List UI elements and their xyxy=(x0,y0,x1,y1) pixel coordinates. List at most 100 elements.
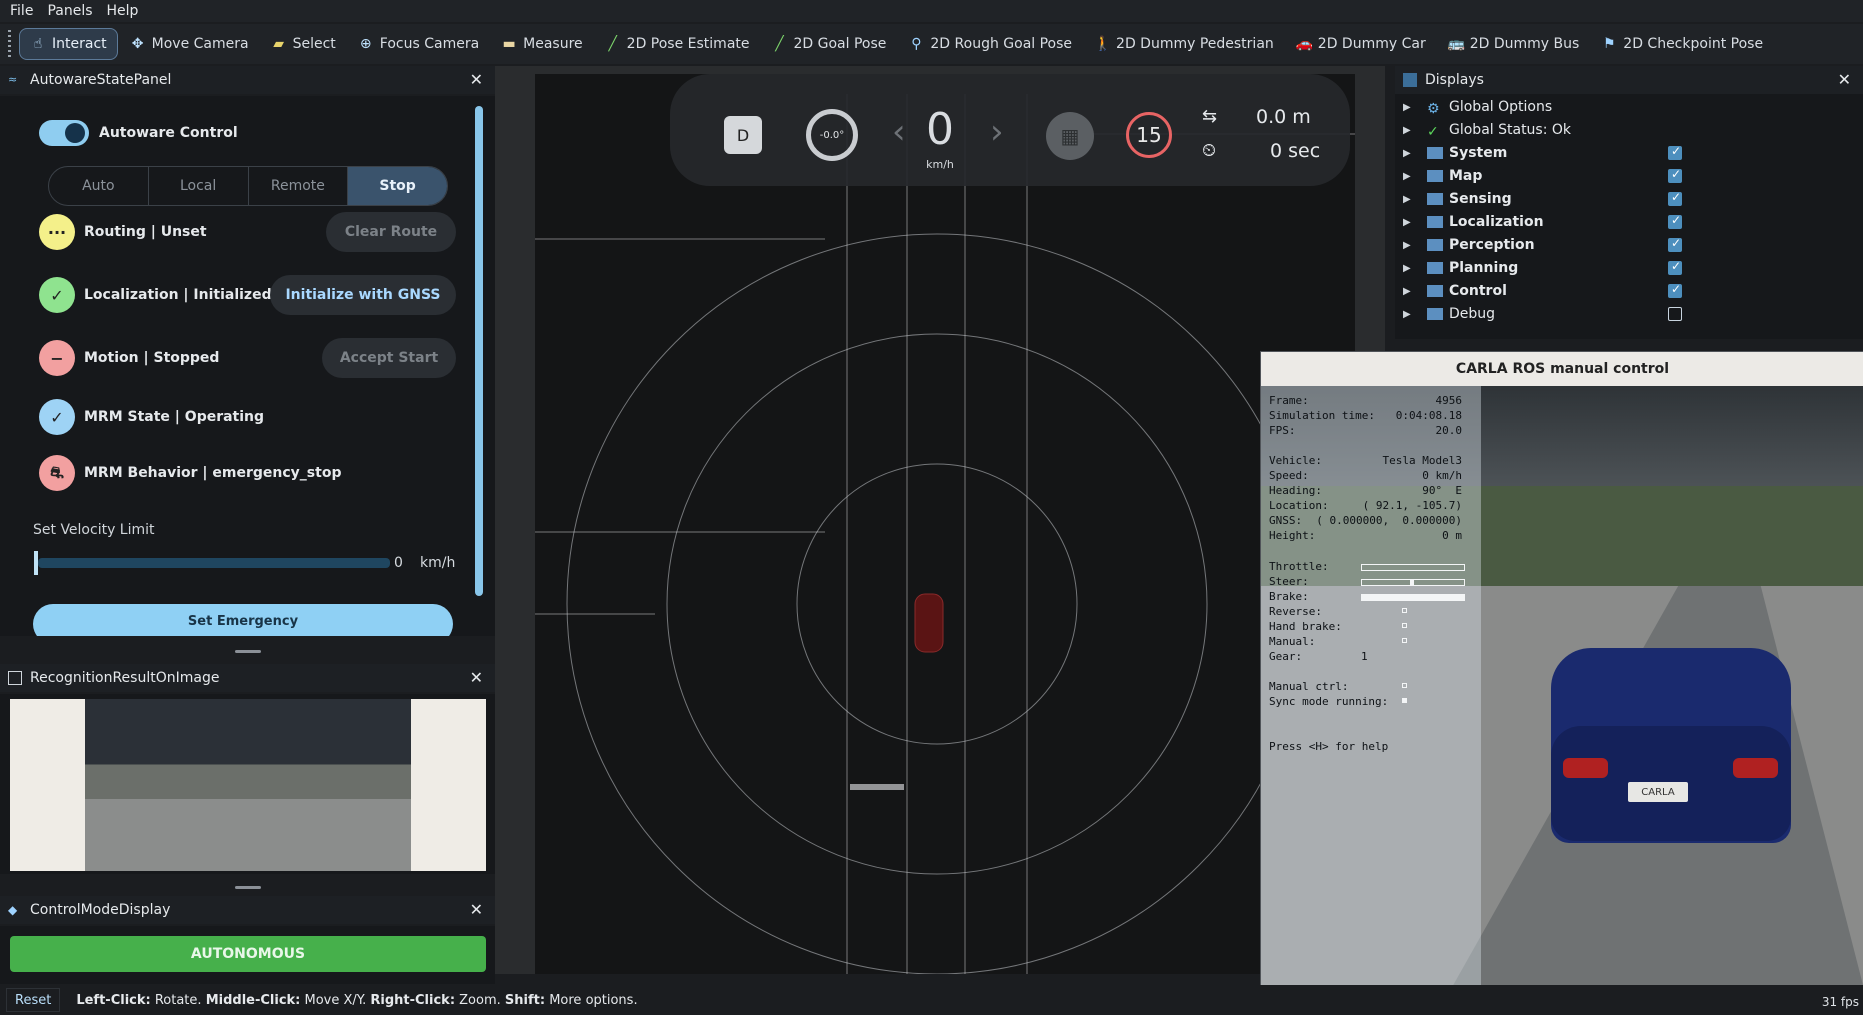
expand-arrow-icon[interactable]: ▶ xyxy=(1403,240,1411,251)
tool-measure[interactable]: ▬ Measure xyxy=(491,28,593,60)
tool-2d-dummy-bus[interactable]: 🚌 2D Dummy Bus xyxy=(1438,28,1590,60)
pose-arrow-icon: ╱ xyxy=(608,36,617,52)
hud-gear: Gear: 1 xyxy=(1269,650,1368,663)
expand-arrow-icon[interactable]: ▶ xyxy=(1403,102,1411,113)
3d-viewport[interactable] xyxy=(495,66,1385,974)
display-item-debug[interactable]: ▶ Debug xyxy=(1403,303,1863,325)
velocity-limit-handle[interactable] xyxy=(34,551,38,575)
tool-select[interactable]: ▰ Select xyxy=(261,28,346,60)
cursor-icon: ☝ xyxy=(33,36,43,52)
tool-move-camera[interactable]: ✥ Move Camera xyxy=(120,28,259,60)
close-icon[interactable]: ✕ xyxy=(470,668,483,687)
menu-panels[interactable]: Panels xyxy=(47,3,92,19)
close-icon[interactable]: ✕ xyxy=(470,70,483,89)
mode-local-button[interactable]: Local xyxy=(149,167,249,205)
tool-2d-dummy-pedestrian[interactable]: 🚶 2D Dummy Pedestrian xyxy=(1084,28,1284,60)
turn-right-icon: › xyxy=(990,112,1004,152)
hud-speed: Speed: 0 km/h xyxy=(1269,469,1462,482)
display-item-perception[interactable]: ▶ Perception xyxy=(1403,234,1863,256)
planning-checkbox[interactable] xyxy=(1668,259,1682,275)
display-item-global-options[interactable]: ▶ ⚙ Global Options xyxy=(1403,96,1863,118)
display-item-map[interactable]: ▶ Map xyxy=(1403,165,1863,187)
display-item-sensing[interactable]: ▶ Sensing xyxy=(1403,188,1863,210)
folder-icon xyxy=(1427,239,1443,251)
display-item-planning[interactable]: ▶ Planning xyxy=(1403,257,1863,279)
mode-remote-button[interactable]: Remote xyxy=(249,167,349,205)
tool-2d-dummy-car[interactable]: 🚗 2D Dummy Car xyxy=(1286,28,1436,60)
routing-status-text: Routing | Unset xyxy=(84,224,207,240)
traffic-light-icon: ▦ xyxy=(1046,112,1094,160)
panel-splitter-handle[interactable] xyxy=(235,650,261,653)
reset-button[interactable]: Reset xyxy=(6,988,61,1012)
control-mode-display: AUTONOMOUS xyxy=(0,926,495,984)
velocity-limit-slider[interactable] xyxy=(38,558,390,568)
manual-indicator xyxy=(1402,638,1407,643)
expand-arrow-icon[interactable]: ▶ xyxy=(1403,309,1411,320)
hud-manual-ctrl: Manual ctrl: xyxy=(1269,680,1349,693)
folder-icon xyxy=(1427,262,1443,274)
display-item-global-status[interactable]: ▶ ✓ Global Status: Ok xyxy=(1403,119,1863,141)
steer-bar xyxy=(1361,579,1465,586)
clear-route-button[interactable]: Clear Route xyxy=(326,212,456,252)
debug-checkbox[interactable] xyxy=(1668,307,1682,321)
menu-help[interactable]: Help xyxy=(107,3,139,19)
perception-checkbox[interactable] xyxy=(1668,236,1682,252)
close-icon[interactable]: ✕ xyxy=(1838,70,1851,89)
accept-start-button[interactable]: Accept Start xyxy=(322,338,456,378)
map-checkbox[interactable] xyxy=(1668,167,1682,183)
folder-icon xyxy=(1427,147,1443,159)
tool-2d-rough-goal-pose[interactable]: ⚲ 2D Rough Goal Pose xyxy=(898,28,1082,60)
tool-2d-pose-estimate[interactable]: ╱ 2D Pose Estimate xyxy=(595,28,760,60)
folder-icon xyxy=(1427,308,1443,320)
system-checkbox[interactable] xyxy=(1668,144,1682,160)
display-item-localization[interactable]: ▶ Localization xyxy=(1403,211,1863,233)
image-icon xyxy=(8,671,22,685)
expand-arrow-icon[interactable]: ▶ xyxy=(1403,217,1411,228)
tool-interact[interactable]: ☝ Interact xyxy=(19,28,118,60)
move-icon: ✥ xyxy=(131,36,144,52)
panel-scrollbar[interactable] xyxy=(475,106,483,596)
expand-arrow-icon[interactable]: ▶ xyxy=(1403,263,1411,274)
initialize-gnss-button[interactable]: Initialize with GNSS xyxy=(270,275,456,315)
tool-bar: ☝ Interact ✥ Move Camera ▰ Select ⊕ Focus Ca… xyxy=(0,24,1863,64)
panel-splitter-handle[interactable] xyxy=(235,886,261,889)
diamond-icon: ◆ xyxy=(8,903,18,917)
hud-manual: Manual: xyxy=(1269,635,1316,648)
display-item-control[interactable]: ▶ Control xyxy=(1403,280,1863,302)
autoware-control-toggle[interactable] xyxy=(39,120,89,146)
mode-stop-button[interactable]: Stop xyxy=(348,167,447,205)
menu-file[interactable]: File xyxy=(10,3,33,19)
set-emergency-button[interactable]: Set Emergency xyxy=(33,604,453,636)
expand-arrow-icon[interactable]: ▶ xyxy=(1403,125,1411,136)
ruler-icon: ▬ xyxy=(502,36,516,52)
mrm-state-text: MRM State | Operating xyxy=(84,409,265,425)
autoware-panel-header: ≈ AutowareStatePanel ✕ xyxy=(0,66,495,94)
toolbar-grip[interactable] xyxy=(8,30,11,58)
recognition-result-panel xyxy=(0,694,495,874)
expand-arrow-icon[interactable]: ▶ xyxy=(1403,171,1411,182)
mode-auto-button[interactable]: Auto xyxy=(49,167,149,205)
tool-2d-checkpoint-pose[interactable]: ⚑ 2D Checkpoint Pose xyxy=(1591,28,1773,60)
control-checkbox[interactable] xyxy=(1668,282,1682,298)
steering-wheel-icon: -0.0° xyxy=(806,109,858,161)
folder-icon xyxy=(1427,193,1443,205)
display-item-system[interactable]: ▶ System xyxy=(1403,142,1863,164)
expand-arrow-icon[interactable]: ▶ xyxy=(1403,148,1411,159)
recognition-camera-image xyxy=(10,699,486,871)
tool-2d-goal-pose[interactable]: ╱ 2D Goal Pose xyxy=(762,28,897,60)
operation-mode-selector: Auto Local Remote Stop xyxy=(48,166,448,206)
localization-checkbox[interactable] xyxy=(1668,213,1682,229)
motion-status-text: Motion | Stopped xyxy=(84,350,220,366)
velocity-limit-unit: km/h xyxy=(420,555,456,571)
close-icon[interactable]: ✕ xyxy=(470,900,483,919)
right-taillight xyxy=(1733,758,1778,778)
sensing-checkbox[interactable] xyxy=(1668,190,1682,206)
hud-hand-brake: Hand brake: xyxy=(1269,620,1342,633)
hud-fps: FPS: 20.0 xyxy=(1269,424,1462,437)
tool-focus-camera[interactable]: ⊕ Focus Camera xyxy=(348,28,489,60)
expand-arrow-icon[interactable]: ▶ xyxy=(1403,286,1411,297)
expand-arrow-icon[interactable]: ▶ xyxy=(1403,194,1411,205)
mrm-state-check-icon: ✓ xyxy=(39,399,75,435)
routing-status-icon: ··· xyxy=(39,214,75,250)
route-time-value: 0 sec xyxy=(1270,140,1321,162)
